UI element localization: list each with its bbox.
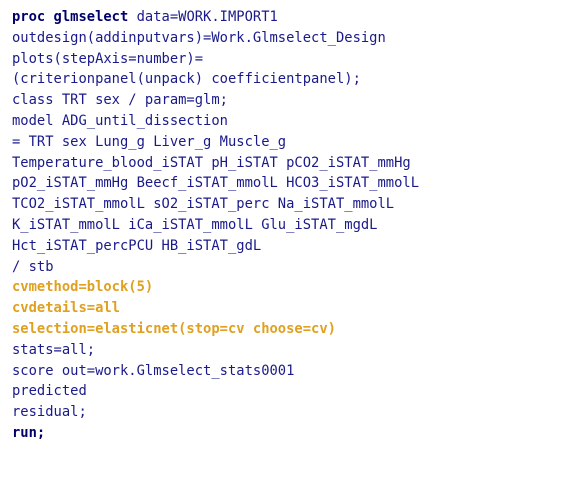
code-token: pO2_iSTAT_mmHg Beecf_iSTAT_mmolL HCO3_iS…: [12, 175, 420, 192]
code-line: predicted: [12, 381, 419, 402]
code-token: (criterionpanel(unpack) coefficientpanel…: [12, 71, 361, 88]
code-token: score out=work.Glmselect_stats0001: [12, 362, 295, 379]
code-line: (criterionpanel(unpack) coefficientpanel…: [12, 69, 419, 90]
code-token: stats=all;: [12, 341, 96, 358]
code-line: score out=work.Glmselect_stats0001: [12, 361, 419, 382]
code-token: model ADG_until_dissection: [12, 112, 228, 129]
code-token: class TRT sex / param=glm;: [12, 92, 228, 109]
code-line: proc glmselect data=WORK.IMPORT1: [12, 7, 419, 28]
option-token: cvdetails=all: [12, 300, 120, 317]
code-line: run;: [12, 423, 419, 444]
code-line: class TRT sex / param=glm;: [12, 90, 419, 111]
code-token: Temperature_blood_iSTAT pH_iSTAT pCO2_iS…: [12, 154, 411, 171]
code-token: TCO2_iSTAT_mmolL sO2_iSTAT_perc Na_iSTAT…: [12, 196, 395, 213]
code-line: pO2_iSTAT_mmHg Beecf_iSTAT_mmolL HCO3_iS…: [12, 173, 419, 194]
code-line: cvmethod=block(5): [12, 277, 419, 298]
keyword-token: run;: [12, 424, 46, 441]
option-token: selection=elasticnet(stop=cv choose=cv): [12, 320, 336, 337]
code-token: Hct_iSTAT_percPCU HB_iSTAT_gdL: [12, 237, 262, 254]
code-token: outdesign(addinputvars)=Work.Glmselect_D…: [12, 29, 386, 46]
code-token: / stb: [12, 258, 54, 275]
code-line: model ADG_until_dissection: [12, 111, 419, 132]
code-token: predicted: [12, 383, 87, 400]
code-line: = TRT sex Lung_g Liver_g Muscle_g: [12, 132, 419, 153]
code-token: residual;: [12, 404, 87, 421]
option-token: cvmethod=block(5): [12, 279, 154, 296]
code-token: plots(stepAxis=number)=: [12, 50, 204, 67]
code-line: / stb: [12, 257, 419, 278]
code-token: data=WORK.IMPORT1: [128, 9, 278, 25]
code-line: Temperature_blood_iSTAT pH_iSTAT pCO2_iS…: [12, 153, 419, 174]
keyword-token: proc glmselect: [12, 9, 129, 25]
code-line: stats=all;: [12, 340, 419, 361]
code-line: selection=elasticnet(stop=cv choose=cv): [12, 319, 419, 340]
code-token: K_iSTAT_mmolL iCa_iSTAT_mmolL Glu_iSTAT_…: [12, 216, 378, 233]
code-line: residual;: [12, 402, 419, 423]
sas-code-block[interactable]: proc glmselect data=WORK.IMPORT1 outdesig…: [12, 7, 419, 444]
code-line: cvdetails=all: [12, 298, 419, 319]
code-line: TCO2_iSTAT_mmolL sO2_iSTAT_perc Na_iSTAT…: [12, 194, 419, 215]
code-line: Hct_iSTAT_percPCU HB_iSTAT_gdL: [12, 236, 419, 257]
code-token: = TRT sex Lung_g Liver_g Muscle_g: [12, 133, 287, 150]
code-line: K_iSTAT_mmolL iCa_iSTAT_mmolL Glu_iSTAT_…: [12, 215, 419, 236]
code-line: outdesign(addinputvars)=Work.Glmselect_D…: [12, 28, 419, 49]
code-editor[interactable]: proc glmselect data=WORK.IMPORT1 outdesig…: [0, 0, 578, 497]
code-line: plots(stepAxis=number)=: [12, 49, 419, 70]
